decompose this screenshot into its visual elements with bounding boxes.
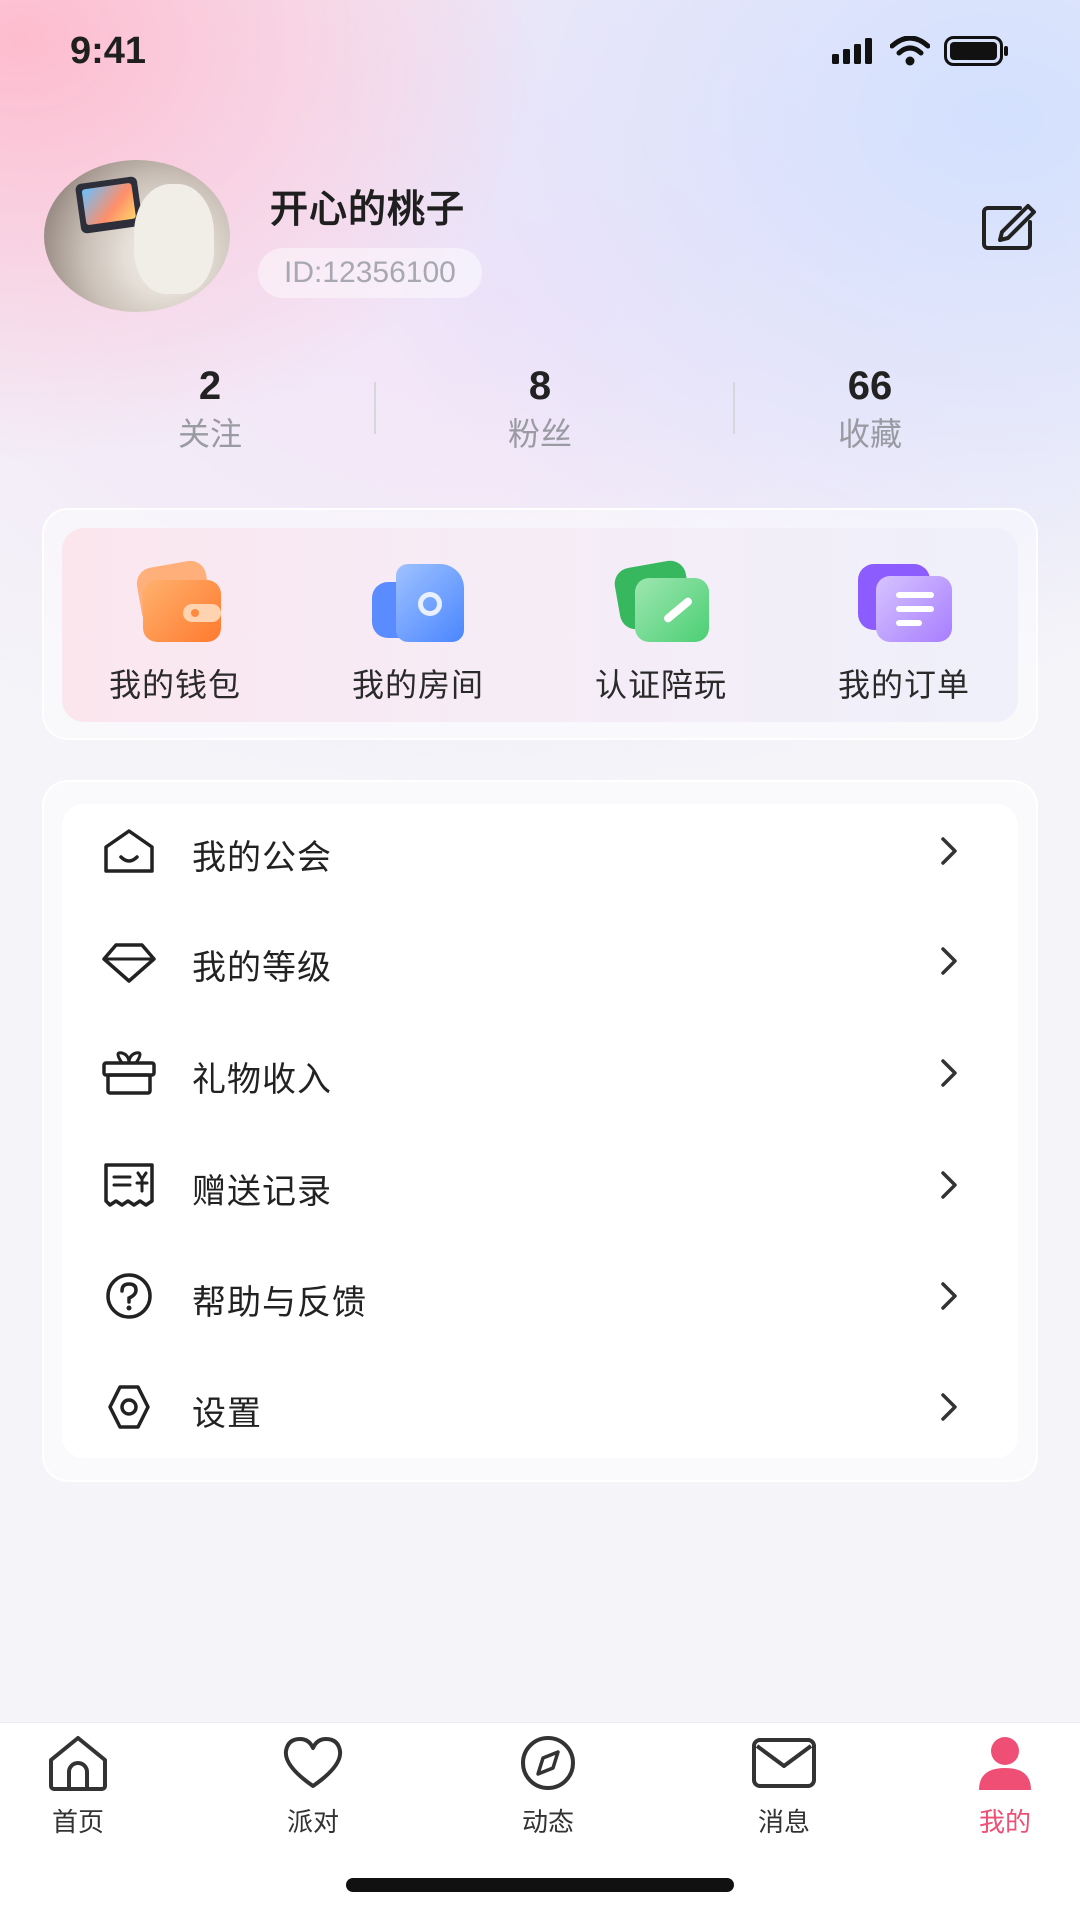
menu-item-level[interactable]: 我的等级: [62, 906, 1018, 1016]
nickname: 开心的桃子: [270, 187, 466, 231]
user-icon: [979, 1737, 1031, 1790]
home-indicator: [346, 1878, 734, 1892]
tab-label: 首页: [51, 1808, 104, 1838]
chevron-right-icon: [941, 1171, 957, 1199]
receipt-icon: [104, 1163, 154, 1207]
quick-wallet-label: 我的钱包: [108, 666, 241, 704]
quick-room-label: 我的房间: [351, 666, 484, 704]
menu-item-label: 我的等级: [192, 948, 332, 988]
stat-favorites[interactable]: 66 收藏: [770, 360, 970, 456]
user-id-badge: ID:12356100: [258, 248, 482, 298]
menu-item-gift-records[interactable]: 赠送记录: [62, 1130, 1018, 1240]
menu-item-settings[interactable]: 设置: [62, 1352, 1018, 1462]
tab-label: 派对: [286, 1808, 339, 1838]
chevron-right-icon: [941, 947, 957, 975]
mail-icon: [752, 1738, 816, 1788]
menu-item-gift-income[interactable]: 礼物收入: [62, 1018, 1018, 1128]
tab-party[interactable]: 派对: [243, 1734, 383, 1839]
wifi-icon: [890, 36, 930, 66]
menu-item-label: 赠送记录: [192, 1172, 332, 1212]
help-icon: [106, 1273, 152, 1319]
stat-following-label: 关注: [177, 415, 242, 453]
quick-certify[interactable]: 认证陪玩: [561, 558, 761, 706]
chevron-right-icon: [941, 1393, 957, 1421]
signal-icon: [832, 38, 872, 64]
quick-room[interactable]: 我的房间: [318, 560, 518, 706]
battery-icon: [944, 36, 1008, 66]
avatar[interactable]: [44, 160, 230, 312]
chevron-right-icon: [941, 1282, 957, 1310]
stat-fans-label: 粉丝: [507, 415, 572, 453]
quick-orders-label: 我的订单: [837, 666, 970, 704]
menu-item-guild[interactable]: 我的公会: [62, 796, 1018, 906]
diamond-level-icon: [102, 943, 156, 983]
stat-fans[interactable]: 8 粉丝: [440, 360, 640, 456]
stat-fans-value: 8: [528, 364, 552, 408]
tab-label: 动态: [521, 1808, 574, 1838]
guild-house-icon: [104, 829, 154, 873]
tab-mine[interactable]: 我的: [935, 1734, 1075, 1839]
settings-gear-icon: [108, 1385, 150, 1429]
menu-item-label: 帮助与反馈: [192, 1283, 367, 1323]
quick-wallet[interactable]: 我的钱包: [75, 558, 275, 706]
order-icon: [854, 560, 954, 644]
gift-icon: [102, 1051, 156, 1095]
status-time: 9:41: [70, 30, 147, 72]
quick-orders[interactable]: 我的订单: [804, 560, 1004, 706]
tab-label: 我的: [978, 1808, 1031, 1838]
quick-certify-label: 认证陪玩: [594, 666, 727, 704]
edit-profile-icon[interactable]: [980, 202, 1038, 252]
heart-icon: [283, 1737, 343, 1788]
wallet-icon: [125, 558, 225, 644]
room-icon: [368, 560, 468, 644]
menu-item-label: 我的公会: [192, 838, 332, 878]
tab-label: 消息: [757, 1808, 810, 1838]
tab-moments[interactable]: 动态: [478, 1734, 618, 1839]
certify-icon: [611, 558, 711, 644]
stat-following[interactable]: 2 关注: [110, 360, 310, 456]
status-bar: 9:41: [0, 0, 1080, 110]
home-icon: [49, 1736, 107, 1791]
chevron-right-icon: [941, 1059, 957, 1087]
compass-icon: [521, 1736, 575, 1790]
chevron-right-icon: [941, 837, 957, 865]
menu-item-label: 设置: [192, 1394, 262, 1434]
menu-item-help[interactable]: 帮助与反馈: [62, 1241, 1018, 1351]
tab-messages[interactable]: 消息: [714, 1734, 854, 1839]
stat-divider: [374, 382, 376, 434]
menu-item-label: 礼物收入: [192, 1060, 332, 1100]
stat-following-value: 2: [198, 364, 222, 408]
tab-home[interactable]: 首页: [8, 1734, 148, 1839]
stat-favorites-label: 收藏: [837, 415, 902, 453]
stat-divider: [733, 382, 735, 434]
status-icons: [832, 36, 1010, 66]
stat-favorites-value: 66: [847, 364, 893, 408]
